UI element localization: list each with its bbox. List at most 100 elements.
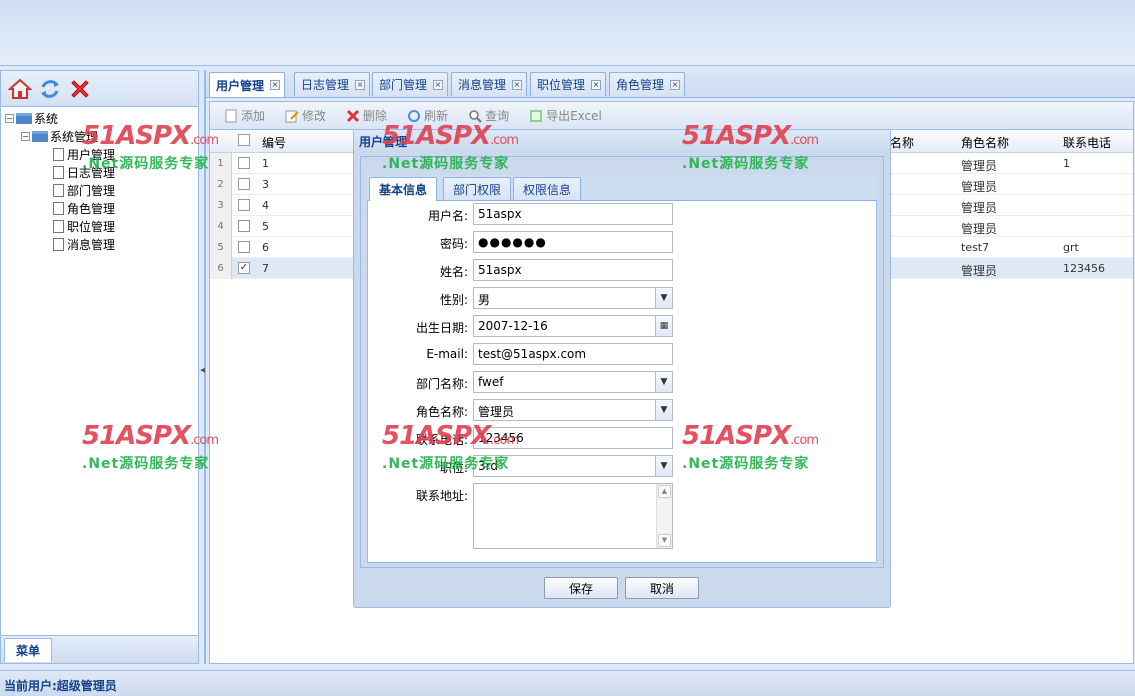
- tab-role[interactable]: 角色管理 ×: [609, 72, 686, 96]
- tree-item-role[interactable]: 角色管理: [5, 199, 198, 217]
- add-button[interactable]: 添加: [224, 107, 265, 124]
- calendar-icon[interactable]: ▦: [655, 316, 672, 336]
- menu-tab[interactable]: 菜单: [4, 638, 52, 662]
- export-excel-button[interactable]: 导出Excel: [529, 107, 602, 124]
- address-textarea[interactable]: ▲ ▼: [473, 483, 673, 549]
- tab-permission-info[interactable]: 权限信息: [513, 177, 582, 200]
- close-icon[interactable]: ×: [670, 79, 681, 90]
- refresh-icon[interactable]: [37, 76, 63, 102]
- refresh-label: 刷新: [424, 109, 449, 123]
- email-field[interactable]: test@51aspx.com: [473, 343, 673, 365]
- tree-item-dept[interactable]: 部门管理: [5, 181, 198, 199]
- birthday-field[interactable]: 2007-12-16 ▦: [473, 315, 673, 337]
- scroll-down-icon[interactable]: ▼: [658, 534, 671, 547]
- username-label: 用户名:: [427, 209, 468, 223]
- delete-icon: [346, 109, 360, 123]
- user-edit-dialog: 用户管理 基本信息 部门权限 权限信息 用户名: 51aspx 密码: ●●●●●●…: [353, 129, 891, 608]
- tab-user[interactable]: 用户管理 ×: [209, 72, 286, 97]
- cell-id: 3: [262, 178, 269, 191]
- dialog-title[interactable]: 用户管理: [354, 130, 890, 152]
- folder-icon: [16, 112, 32, 124]
- row-checkbox[interactable]: [238, 220, 250, 232]
- query-button[interactable]: 查询: [468, 107, 509, 124]
- tree-item-label: 日志管理: [67, 165, 116, 180]
- left-nav-panel: − 系统 − 系统管理 用户管理 日志管理 部门管理 角色管理 职位管理 消息管…: [0, 70, 199, 664]
- username-field[interactable]: 51aspx: [473, 203, 673, 225]
- chevron-down-icon[interactable]: ▼: [655, 400, 672, 420]
- delete-label: 删除: [363, 109, 388, 123]
- col-id-header[interactable]: 编号: [262, 134, 286, 151]
- cell-id: 1: [262, 157, 269, 170]
- document-icon: [53, 201, 64, 215]
- row-checkbox[interactable]: [238, 199, 250, 211]
- col-name-header[interactable]: 名称: [890, 134, 914, 151]
- cell-role: test7: [961, 241, 990, 254]
- document-icon: [53, 237, 64, 251]
- row-checkbox-checked[interactable]: ✓: [238, 262, 250, 274]
- tree-item-log[interactable]: 日志管理: [5, 163, 198, 181]
- tab-dept[interactable]: 部门管理 ×: [372, 72, 449, 96]
- save-button[interactable]: 保存: [544, 577, 618, 599]
- password-field[interactable]: ●●●●●●: [473, 231, 673, 253]
- row-number: 1: [210, 153, 232, 174]
- phone-field[interactable]: 123456: [473, 427, 673, 449]
- password-row: 密码: ●●●●●●: [368, 231, 878, 253]
- refresh-button[interactable]: 刷新: [407, 107, 448, 124]
- col-phone-header[interactable]: 联系电话: [1063, 134, 1111, 151]
- tree-item-position[interactable]: 职位管理: [5, 217, 198, 235]
- add-icon: [224, 109, 238, 123]
- tab-dept-permission[interactable]: 部门权限: [443, 177, 512, 200]
- position-select[interactable]: 3rd ▼: [473, 455, 673, 477]
- row-checkbox[interactable]: [238, 157, 250, 169]
- col-role-header[interactable]: 角色名称: [961, 134, 1009, 151]
- password-label: 密码:: [439, 237, 468, 251]
- name-field[interactable]: 51aspx: [473, 259, 673, 281]
- cell-id: 7: [262, 262, 269, 275]
- collapse-icon[interactable]: −: [5, 113, 14, 123]
- tab-message[interactable]: 消息管理 ×: [451, 72, 528, 96]
- cell-role: 管理员: [961, 180, 998, 194]
- row-checkbox[interactable]: [238, 178, 250, 190]
- document-icon: [53, 219, 64, 233]
- tab-position[interactable]: 职位管理 ×: [530, 72, 607, 96]
- cell-phone: 123456: [1063, 262, 1105, 275]
- close-icon[interactable]: ×: [355, 79, 366, 90]
- row-number: 4: [210, 216, 232, 237]
- select-all-checkbox[interactable]: [238, 134, 250, 146]
- tree-group-label: 系统管理: [50, 129, 99, 144]
- edit-label: 修改: [302, 109, 327, 123]
- document-icon: [53, 183, 64, 197]
- chevron-down-icon[interactable]: ▼: [655, 372, 672, 392]
- cell-phone: grt: [1063, 241, 1079, 254]
- role-select[interactable]: 管理员 ▼: [473, 399, 673, 421]
- position-value: 3rd: [478, 459, 498, 473]
- close-icon[interactable]: [67, 76, 93, 102]
- scroll-up-icon[interactable]: ▲: [658, 485, 671, 498]
- dept-select[interactable]: fwef ▼: [473, 371, 673, 393]
- tab-log[interactable]: 日志管理 ×: [294, 72, 371, 96]
- chevron-down-icon[interactable]: ▼: [655, 456, 672, 476]
- tree-group[interactable]: − 系统管理: [5, 127, 198, 145]
- close-icon[interactable]: ×: [512, 79, 523, 90]
- chevron-down-icon[interactable]: ▼: [655, 288, 672, 308]
- row-checkbox[interactable]: [238, 241, 250, 253]
- cancel-button[interactable]: 取消: [625, 577, 699, 599]
- edit-button[interactable]: 修改: [285, 107, 326, 124]
- excel-icon: [529, 109, 543, 123]
- gender-select[interactable]: 男 ▼: [473, 287, 673, 309]
- role-row: 角色名称: 管理员 ▼: [368, 399, 878, 421]
- gender-label: 性别:: [439, 293, 468, 307]
- close-icon[interactable]: ×: [270, 80, 281, 90]
- tab-label: 日志管理: [301, 78, 350, 92]
- delete-button[interactable]: 删除: [346, 107, 387, 124]
- position-row: 职位: 3rd ▼: [368, 455, 878, 477]
- close-icon[interactable]: ×: [433, 79, 444, 90]
- home-icon[interactable]: [7, 76, 33, 102]
- tree-root[interactable]: − 系统: [5, 109, 198, 127]
- tree-item-message[interactable]: 消息管理: [5, 235, 198, 253]
- collapse-icon[interactable]: −: [21, 131, 30, 141]
- close-icon[interactable]: ×: [591, 79, 602, 90]
- textarea-scrollbar[interactable]: ▲ ▼: [656, 484, 672, 548]
- tab-basic-info[interactable]: 基本信息: [369, 177, 438, 201]
- tree-item-user[interactable]: 用户管理: [5, 145, 198, 163]
